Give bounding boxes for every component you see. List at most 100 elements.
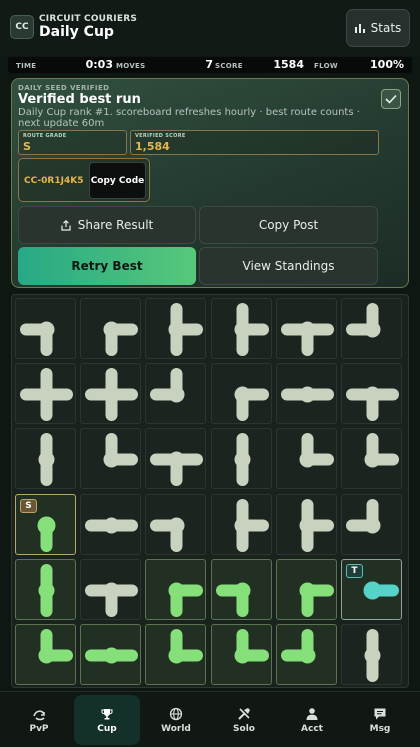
board-tile[interactable] — [341, 363, 402, 425]
app-logo: CC — [10, 15, 34, 39]
board-tile[interactable] — [210, 298, 272, 359]
share-result-button[interactable]: Share Result — [18, 206, 196, 244]
pipe-segment-icon — [346, 303, 381, 338]
view-standings-button[interactable]: View Standings — [199, 247, 378, 285]
copy-code-button[interactable]: Copy Code — [89, 162, 146, 199]
pipe-segment-icon — [234, 303, 269, 356]
board-tile[interactable] — [341, 428, 402, 490]
message-icon — [374, 708, 386, 719]
board-tile[interactable] — [80, 363, 142, 425]
verified-check-icon — [381, 89, 401, 109]
pipe-segment-icon — [38, 629, 73, 664]
board-tile[interactable] — [210, 428, 272, 490]
bar-chart-icon — [354, 23, 365, 33]
board-tile[interactable] — [145, 558, 207, 620]
board-tile[interactable] — [145, 428, 207, 490]
source-badge: S — [20, 498, 37, 513]
pipe-segment-icon — [234, 433, 251, 487]
board-tile[interactable] — [210, 558, 272, 620]
board-tile[interactable] — [145, 363, 207, 425]
board-tile[interactable] — [210, 624, 272, 685]
tools-icon — [238, 707, 250, 720]
board-tile[interactable] — [275, 363, 337, 425]
board-tile[interactable]: S — [15, 493, 76, 555]
pipe-segment-icon — [280, 321, 334, 356]
pipe-segment-icon — [103, 433, 139, 468]
moves-value: 7 — [205, 58, 213, 71]
pipe-segment-icon — [280, 386, 334, 403]
board-tile[interactable] — [145, 624, 207, 685]
nav-item-acct[interactable]: Acct — [279, 695, 345, 745]
board-tile[interactable]: T — [341, 558, 402, 620]
score-value: 1584 — [273, 58, 304, 71]
page-title: Daily Cup — [39, 24, 114, 40]
time-label: TIME — [16, 62, 37, 70]
nav-item-solo[interactable]: Solo — [211, 695, 277, 745]
board-tile[interactable] — [341, 493, 402, 555]
pipe-segment-icon — [364, 433, 399, 468]
board-tile[interactable] — [80, 428, 142, 490]
pipe-segment-icon — [20, 321, 55, 356]
board-tile[interactable] — [145, 298, 207, 359]
nav-item-msg[interactable]: Msg — [347, 695, 413, 745]
bottom-nav: PvP Cup World Solo Acct Msg — [0, 691, 420, 747]
verified-score-label: VERIFIED SCORE — [135, 133, 186, 139]
board-tile[interactable] — [210, 363, 272, 425]
score-label: SCORE — [215, 62, 243, 70]
view-standings-label: View Standings — [242, 259, 335, 273]
pipe-segment-icon — [346, 498, 381, 534]
trophy-icon — [101, 708, 113, 719]
moves-label: MOVES — [116, 62, 146, 70]
board-tile[interactable] — [80, 624, 142, 685]
board-tile[interactable] — [15, 298, 76, 359]
pipe-segment-icon — [346, 386, 399, 422]
board-tile[interactable] — [275, 298, 337, 359]
pipe-segment-icon — [299, 498, 334, 552]
nav-item-pvp[interactable]: PvP — [6, 695, 72, 745]
pipe-segment-icon — [85, 647, 139, 664]
flow-label: FLOW — [314, 62, 338, 70]
copy-post-label: Copy Post — [258, 218, 319, 232]
pipe-segment-icon — [85, 582, 139, 617]
board-tile[interactable] — [15, 363, 76, 425]
share-icon — [61, 219, 71, 231]
board-tile[interactable] — [15, 428, 76, 490]
nav-item-world[interactable]: World — [143, 695, 209, 745]
target-badge: T — [346, 563, 363, 578]
pipe-segment-icon — [103, 321, 139, 356]
pipe-segment-icon — [38, 433, 55, 487]
board-tile[interactable] — [341, 298, 402, 359]
app-header: CC CIRCUIT COURIERS Daily Cup Stats — [0, 0, 420, 56]
nav-item-cup[interactable]: Cup — [74, 695, 140, 745]
board-tile[interactable] — [275, 558, 337, 620]
board-tile[interactable] — [341, 624, 402, 685]
copy-post-button[interactable]: Copy Post — [199, 206, 378, 244]
pipe-segment-icon — [215, 582, 251, 617]
result-card: DAILY SEED VERIFIED Verified best run Da… — [11, 78, 409, 288]
route-grade-value: S — [23, 140, 31, 153]
pipe-segment-icon — [85, 368, 139, 422]
result-description: Daily Cup rank #1. scoreboard refreshes … — [18, 107, 360, 129]
stats-button[interactable]: Stats — [346, 9, 410, 47]
stat-bar: TIME 0:03 MOVES 7 SCORE 1584 FLOW 100% — [8, 57, 412, 73]
board-tile[interactable] — [80, 493, 142, 555]
nav-label: Msg — [369, 723, 391, 734]
board-tile[interactable] — [145, 493, 207, 555]
pipe-segment-icon — [168, 582, 204, 617]
board-tile[interactable] — [15, 624, 76, 685]
result-code-box: CC-0R1J4K5 Copy Code — [18, 158, 150, 202]
person-icon — [306, 707, 318, 720]
result-code: CC-0R1J4K5 — [24, 176, 84, 186]
time-value: 0:03 — [85, 58, 113, 71]
pipe-segment-icon — [299, 433, 334, 468]
board-tile[interactable] — [15, 558, 76, 620]
board-tile[interactable] — [80, 558, 142, 620]
board-tile[interactable] — [275, 493, 337, 555]
board-tile[interactable] — [275, 428, 337, 490]
board-tile[interactable] — [80, 298, 142, 359]
board-tile[interactable] — [275, 624, 337, 685]
seed-verified-tag: DAILY SEED VERIFIED — [18, 84, 110, 92]
flow-value: 100% — [370, 58, 404, 71]
retry-best-button[interactable]: Retry Best — [18, 247, 196, 285]
board-tile[interactable] — [210, 493, 272, 555]
